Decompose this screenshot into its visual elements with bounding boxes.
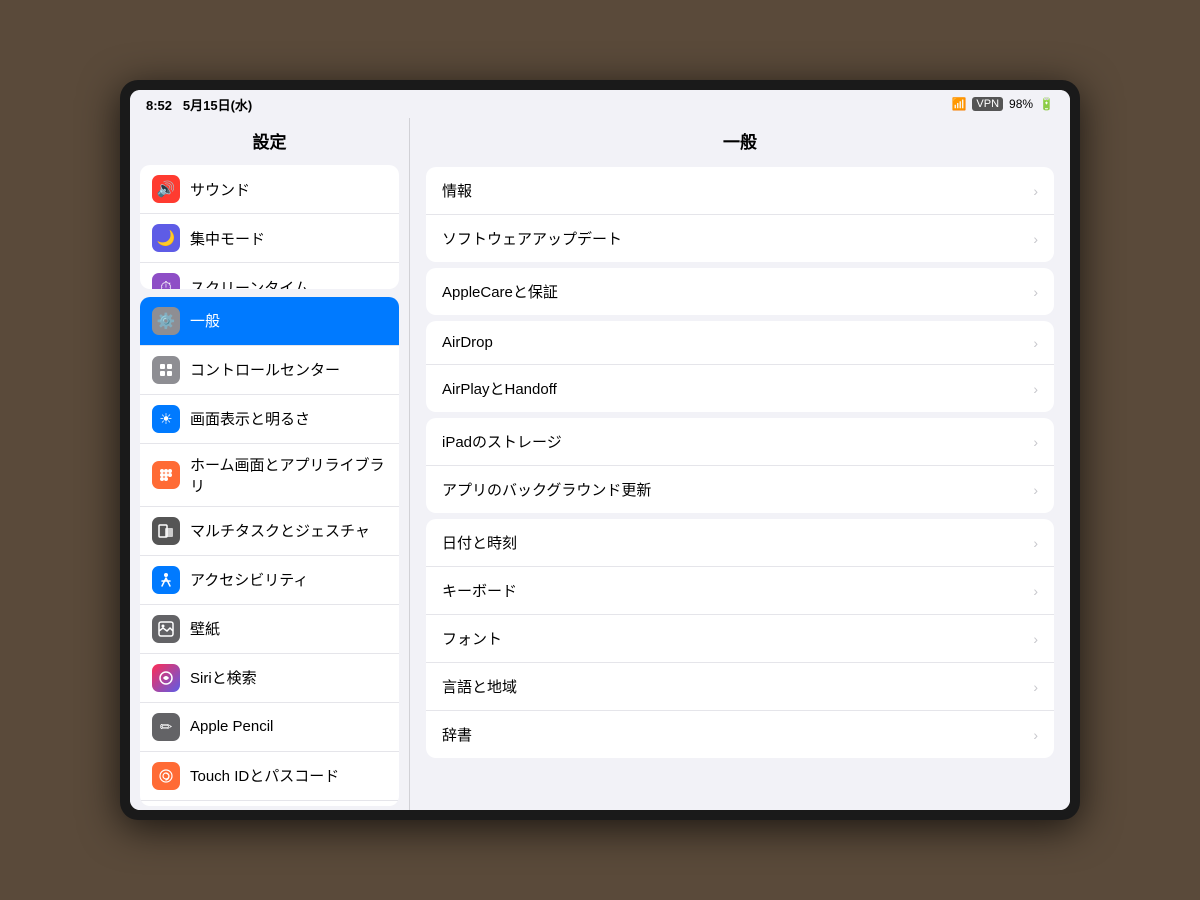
chevron-keyboard: ›: [1033, 583, 1038, 599]
sidebar-item-focus[interactable]: 🌙 集中モード: [140, 214, 399, 263]
detail-section-2: AppleCareと保証 ›: [426, 268, 1054, 315]
homescreen-label: ホーム画面とアプリライブラリ: [190, 454, 387, 496]
touchid-icon: [152, 762, 180, 790]
sidebar-title: 設定: [130, 118, 409, 161]
screentime-icon: ⏱: [152, 273, 180, 289]
tablet-device: 8:52 5月15日(水) 📶 VPN 98% 🔋 設定 🔊 サウ: [120, 80, 1080, 820]
sidebar-section-2: ⚙️ 一般 コントロールセンター ☀ 画面表示と明るさ: [140, 297, 399, 806]
screentime-label: スクリーンタイム: [190, 277, 309, 289]
chevron-langregion: ›: [1033, 679, 1038, 695]
touchid-label: Touch IDとパスコード: [190, 765, 339, 786]
sound-label: サウンド: [190, 179, 250, 200]
detail-title: 一般: [410, 118, 1070, 161]
sidebar-item-screentime[interactable]: ⏱ スクリーンタイム: [140, 263, 399, 289]
access-icon: [152, 566, 180, 594]
wallpaper-icon: [152, 615, 180, 643]
sidebar-item-display[interactable]: ☀ 画面表示と明るさ: [140, 395, 399, 444]
chevron-fonts: ›: [1033, 631, 1038, 647]
status-right: 📶 VPN 98% 🔋: [951, 97, 1054, 111]
general-label: 一般: [190, 310, 220, 331]
battery-icon: 🔋: [1039, 97, 1054, 111]
chevron-storage: ›: [1033, 434, 1038, 450]
detail-item-software[interactable]: ソフトウェアアップデート ›: [426, 215, 1054, 262]
chevron-applecare: ›: [1033, 284, 1038, 300]
controlcenter-label: コントロールセンター: [190, 359, 340, 380]
chevron-dictionary: ›: [1033, 727, 1038, 743]
chevron-info: ›: [1033, 183, 1038, 199]
status-time: 8:52 5月15日(水): [146, 95, 252, 114]
detail-panel: 一般 情報 › ソフトウェアアップデート › AppleCareと保証: [410, 118, 1070, 810]
main-content: 設定 🔊 サウンド 🌙 集中モード ⏱ スクリーンタイム: [130, 118, 1070, 810]
status-bar: 8:52 5月15日(水) 📶 VPN 98% 🔋: [130, 90, 1070, 118]
sidebar-item-pencil[interactable]: ✏ Apple Pencil: [140, 703, 399, 752]
detail-item-datetime[interactable]: 日付と時刻 ›: [426, 519, 1054, 567]
sidebar-item-touchid[interactable]: Touch IDとパスコード: [140, 752, 399, 801]
detail-item-dictionary[interactable]: 辞書 ›: [426, 711, 1054, 758]
siri-icon: [152, 664, 180, 692]
pencil-label: Apple Pencil: [190, 718, 273, 735]
general-icon: ⚙️: [152, 307, 180, 335]
focus-label: 集中モード: [190, 228, 265, 249]
focus-icon: 🌙: [152, 224, 180, 252]
sidebar-item-wallpaper[interactable]: 壁紙: [140, 605, 399, 654]
chevron-airdrop: ›: [1033, 335, 1038, 351]
tablet-screen: 8:52 5月15日(水) 📶 VPN 98% 🔋 設定 🔊 サウ: [130, 90, 1070, 810]
sidebar-item-battery[interactable]: 🔋 バッテリー: [140, 801, 399, 806]
detail-item-airplay[interactable]: AirPlayとHandoff ›: [426, 365, 1054, 412]
detail-section-1: 情報 › ソフトウェアアップデート ›: [426, 167, 1054, 262]
display-label: 画面表示と明るさ: [190, 408, 310, 429]
detail-item-storage[interactable]: iPadのストレージ ›: [426, 418, 1054, 466]
sidebar-item-multitask[interactable]: マルチタスクとジェスチャ: [140, 507, 399, 556]
homescreen-icon: [152, 461, 180, 489]
chevron-bgrefresh: ›: [1033, 482, 1038, 498]
sidebar-item-sound[interactable]: 🔊 サウンド: [140, 165, 399, 214]
detail-item-bgrefresh[interactable]: アプリのバックグラウンド更新 ›: [426, 466, 1054, 513]
sidebar-item-siri[interactable]: Siriと検索: [140, 654, 399, 703]
chevron-software: ›: [1033, 231, 1038, 247]
detail-item-fonts[interactable]: フォント ›: [426, 615, 1054, 663]
detail-item-langregion[interactable]: 言語と地域 ›: [426, 663, 1054, 711]
multitask-icon: [152, 517, 180, 545]
chevron-datetime: ›: [1033, 535, 1038, 551]
pencil-icon: ✏: [152, 713, 180, 741]
display-icon: ☀: [152, 405, 180, 433]
sidebar-section-1: 🔊 サウンド 🌙 集中モード ⏱ スクリーンタイム: [140, 165, 399, 289]
siri-label: Siriと検索: [190, 667, 257, 688]
detail-section-3: AirDrop › AirPlayとHandoff ›: [426, 321, 1054, 412]
detail-section-5: 日付と時刻 › キーボード › フォント › 言語と地域 ›: [426, 519, 1054, 758]
multitask-label: マルチタスクとジェスチャ: [190, 520, 370, 541]
detail-item-airdrop[interactable]: AirDrop ›: [426, 321, 1054, 365]
detail-item-applecare[interactable]: AppleCareと保証 ›: [426, 268, 1054, 315]
sidebar-item-homescreen[interactable]: ホーム画面とアプリライブラリ: [140, 444, 399, 507]
battery-percent: 98%: [1009, 97, 1033, 111]
chevron-airplay: ›: [1033, 381, 1038, 397]
detail-section-4: iPadのストレージ › アプリのバックグラウンド更新 ›: [426, 418, 1054, 513]
vpn-badge: VPN: [972, 97, 1003, 111]
detail-item-keyboard[interactable]: キーボード ›: [426, 567, 1054, 615]
controlcenter-icon: [152, 356, 180, 384]
wifi-icon: 📶: [951, 97, 966, 111]
detail-item-info[interactable]: 情報 ›: [426, 167, 1054, 215]
sidebar: 設定 🔊 サウンド 🌙 集中モード ⏱ スクリーンタイム: [130, 118, 410, 810]
sidebar-item-controlcenter[interactable]: コントロールセンター: [140, 346, 399, 395]
sidebar-item-access[interactable]: アクセシビリティ: [140, 556, 399, 605]
sound-icon: 🔊: [152, 175, 180, 203]
access-label: アクセシビリティ: [190, 569, 308, 590]
wallpaper-label: 壁紙: [190, 618, 220, 639]
sidebar-item-general[interactable]: ⚙️ 一般: [140, 297, 399, 346]
